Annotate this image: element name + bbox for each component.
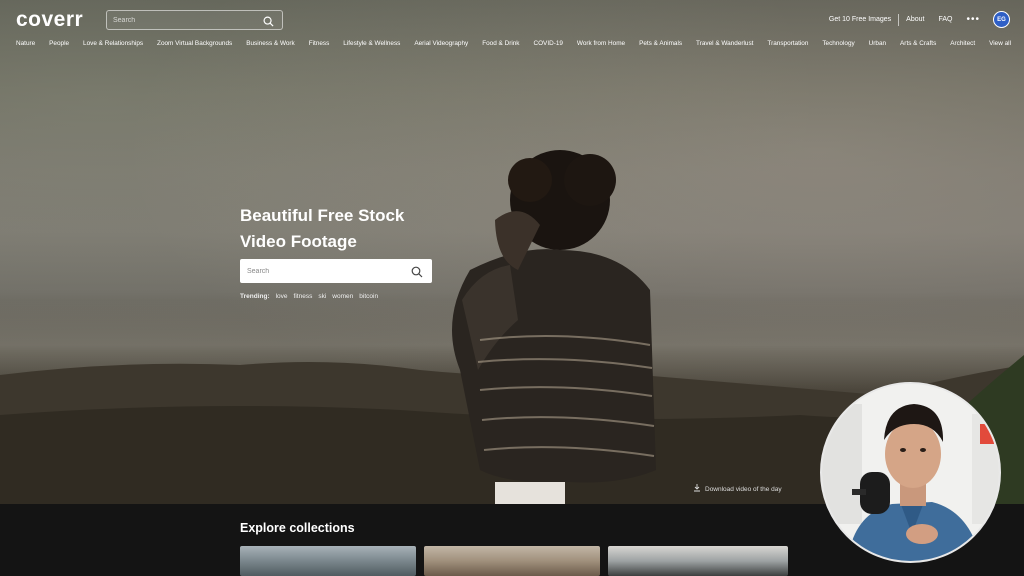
category-architect[interactable]: Architect [950, 40, 975, 47]
category-zoom-backgrounds[interactable]: Zoom Virtual Backgrounds [157, 40, 232, 47]
download-icon [693, 484, 701, 494]
search-icon[interactable] [411, 265, 423, 283]
collection-thumbnail[interactable] [424, 546, 600, 576]
category-navigation: Nature People Love & Relationships Zoom … [16, 40, 1011, 47]
category-view-all[interactable]: View all [989, 40, 1011, 47]
top-navigation: coverr Get 10 Free Images About FAQ ••• … [0, 0, 1024, 36]
trending-tag-ski[interactable]: ski [318, 293, 326, 300]
hero-title-line-2: Video Footage [240, 232, 357, 251]
category-people[interactable]: People [49, 40, 69, 47]
presenter-image [822, 384, 999, 561]
category-arts-crafts[interactable]: Arts & Crafts [900, 40, 936, 47]
category-lifestyle-wellness[interactable]: Lifestyle & Wellness [343, 40, 400, 47]
category-pets-animals[interactable]: Pets & Animals [639, 40, 682, 47]
hero-search-box[interactable] [240, 259, 432, 283]
category-fitness[interactable]: Fitness [309, 40, 330, 47]
coverr-logo[interactable]: coverr [16, 8, 83, 32]
faq-link[interactable]: FAQ [931, 16, 959, 23]
download-label: Download video of the day [705, 485, 782, 493]
header-search-box[interactable] [106, 10, 283, 30]
presenter-webcam-overlay [820, 382, 1001, 563]
category-love-relationships[interactable]: Love & Relationships [83, 40, 143, 47]
hero-person-image [452, 150, 656, 504]
category-business-work[interactable]: Business & Work [246, 40, 295, 47]
trending-label: Trending: [240, 293, 270, 300]
explore-title: Explore collections [240, 521, 355, 535]
download-video-of-day[interactable]: Download video of the day [693, 484, 782, 494]
hero-search-input[interactable] [247, 265, 397, 277]
trending-tag-women[interactable]: women [332, 293, 353, 300]
get-free-images-link[interactable]: Get 10 Free Images [822, 16, 898, 23]
category-transportation[interactable]: Transportation [767, 40, 808, 47]
header-search-input[interactable] [113, 13, 253, 27]
trending-tags: Trending: love fitness ski women bitcoin [240, 293, 378, 300]
collection-thumbnail[interactable] [608, 546, 788, 576]
category-covid-19[interactable]: COVID-19 [533, 40, 562, 47]
category-aerial-videography[interactable]: Aerial Videography [414, 40, 468, 47]
category-work-from-home[interactable]: Work from Home [577, 40, 625, 47]
collection-thumbnail[interactable] [240, 546, 416, 576]
user-avatar[interactable]: EG [993, 11, 1010, 28]
category-nature[interactable]: Nature [16, 40, 35, 47]
category-travel-wanderlust[interactable]: Travel & Wanderlust [696, 40, 753, 47]
about-link[interactable]: About [899, 16, 931, 23]
header-links: Get 10 Free Images About FAQ ••• EG [822, 11, 1010, 28]
trending-tag-love[interactable]: love [276, 293, 288, 300]
category-technology[interactable]: Technology [822, 40, 854, 47]
category-food-drink[interactable]: Food & Drink [482, 40, 519, 47]
category-urban[interactable]: Urban [869, 40, 886, 47]
hero-title-line-1: Beautiful Free Stock [240, 206, 405, 225]
search-icon[interactable] [263, 14, 274, 32]
more-options-icon[interactable]: ••• [959, 15, 987, 25]
trending-tag-fitness[interactable]: fitness [294, 293, 313, 300]
hero-title: Beautiful Free Stock Video Footage [240, 203, 460, 255]
trending-tag-bitcoin[interactable]: bitcoin [359, 293, 378, 300]
